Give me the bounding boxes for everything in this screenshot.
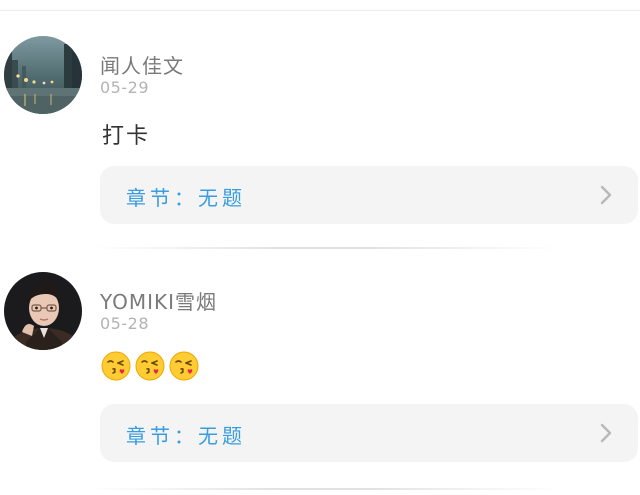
chevron-right-icon — [600, 423, 612, 443]
comment-date: 05-29 — [100, 78, 149, 97]
comment-list-page: 闻人佳文 05-29 打卡 章节：无题 YOMIKI雪烟 05-28 章节：无题 — [0, 0, 640, 495]
comment-author[interactable]: 闻人佳文 — [100, 50, 184, 79]
face-blowing-kiss-icon — [135, 351, 165, 381]
top-divider — [0, 10, 640, 11]
comment-date: 05-28 — [100, 314, 149, 333]
comment-divider — [90, 488, 560, 490]
comment-author[interactable]: YOMIKI雪烟 — [100, 286, 217, 315]
chapter-link-label: 章节：无题 — [126, 186, 246, 210]
face-blowing-kiss-icon — [101, 351, 131, 381]
avatar[interactable] — [4, 272, 82, 350]
comment-emoji-row — [100, 350, 200, 384]
comment-divider — [90, 247, 560, 249]
chapter-link[interactable]: 章节：无题 — [100, 404, 638, 462]
chevron-right-icon — [600, 185, 612, 205]
chapter-link[interactable]: 章节：无题 — [100, 166, 638, 224]
comment-text: 打卡 — [102, 124, 151, 149]
chapter-link-label: 章节：无题 — [126, 424, 246, 448]
avatar[interactable] — [4, 36, 82, 114]
face-blowing-kiss-icon — [169, 351, 199, 381]
